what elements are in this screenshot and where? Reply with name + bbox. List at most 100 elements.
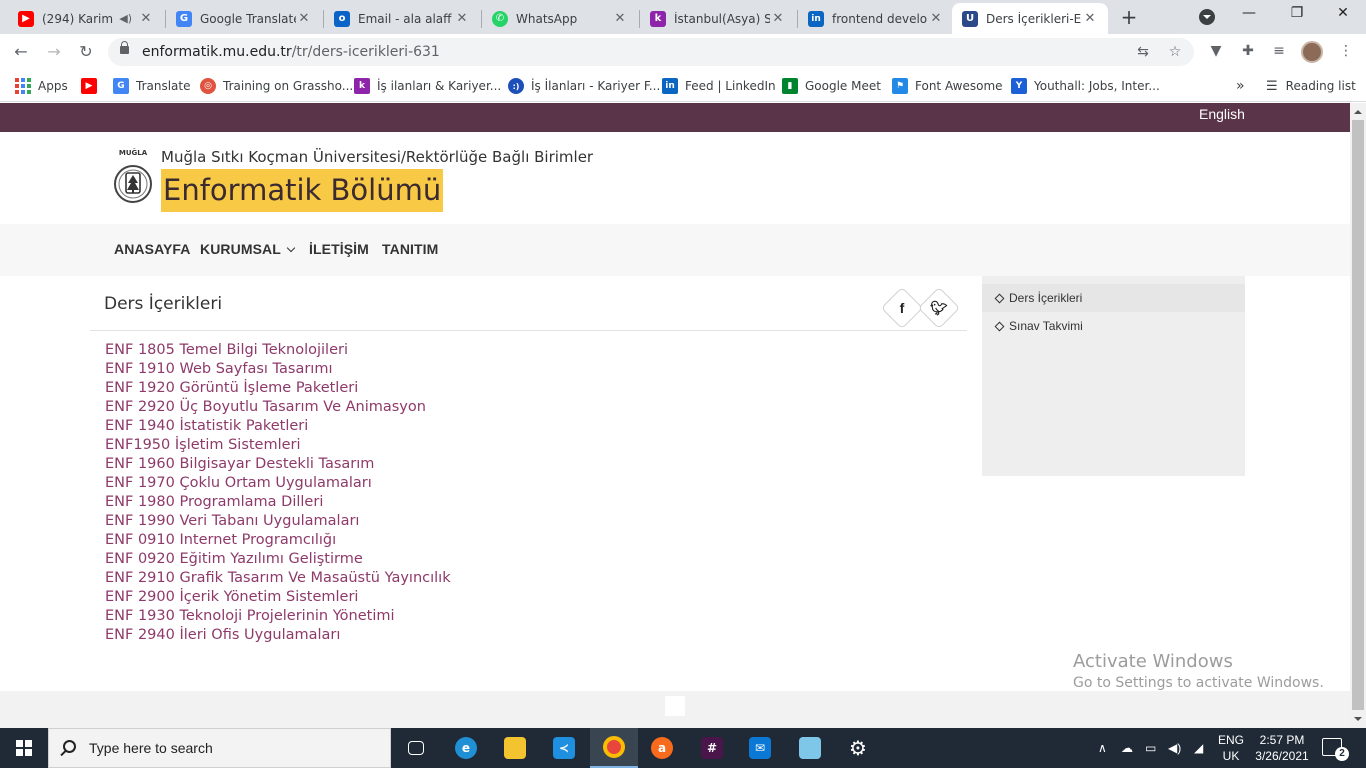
bookmark-font-awesome[interactable]: ⚑ Font Awesome xyxy=(892,77,1003,95)
taskbar-settings[interactable]: ⚙ xyxy=(834,728,882,768)
nav-intro[interactable]: TANITIM xyxy=(382,241,438,257)
address-bar[interactable]: enformatik.mu.edu.tr/tr/ders-icerikleri-… xyxy=(108,38,1194,66)
course-link[interactable]: ENF 1940 İstatistik Paketleri xyxy=(105,417,451,436)
course-link[interactable]: ENF 2910 Grafik Tasarım Ve Masaüstü Yayı… xyxy=(105,569,451,588)
site-title[interactable]: Enformatik Bölümü xyxy=(161,169,444,212)
volume-icon[interactable]: ◀) xyxy=(1168,728,1181,768)
battery-icon[interactable]: ▭ xyxy=(1145,728,1156,768)
course-link[interactable]: ENF 1980 Programlama Dilleri xyxy=(105,493,451,512)
media-control-icon[interactable]: ≡ xyxy=(1270,42,1288,60)
back-icon[interactable]: ← xyxy=(10,41,32,63)
close-icon[interactable]: ✕ xyxy=(138,11,154,26)
reload-icon[interactable]: ↻ xyxy=(75,41,97,63)
course-link[interactable]: ENF 1930 Teknoloji Projelerinin Yönetimi xyxy=(105,607,451,626)
taskbar-edge[interactable]: e xyxy=(442,728,490,768)
forward-icon[interactable]: → xyxy=(43,41,65,63)
course-link[interactable]: ENF 1960 Bilgisayar Destekli Tasarım xyxy=(105,455,451,474)
close-icon[interactable]: ✕ xyxy=(296,11,312,26)
tab-search-icon[interactable] xyxy=(1199,9,1215,25)
bookmark-youtube[interactable]: ▶ xyxy=(81,77,104,95)
course-link[interactable]: ENF 2940 İleri Ofis Uygulamaları xyxy=(105,626,451,645)
taskbar-file-explorer[interactable] xyxy=(491,728,539,768)
course-link[interactable]: ENF 0920 Eğitim Yazılımı Geliştirme xyxy=(105,550,451,569)
university-logo[interactable]: MUĞLA xyxy=(113,147,153,211)
course-link[interactable]: ENF 1990 Veri Tabanı Uygulamaları xyxy=(105,512,451,531)
course-link[interactable]: ENF 0910 Internet Programcılığı xyxy=(105,531,451,550)
network-icon[interactable]: ◢ xyxy=(1194,728,1203,768)
page-scrollbar[interactable] xyxy=(1350,103,1366,728)
scroll-down-icon[interactable] xyxy=(1354,717,1362,725)
lock-icon[interactable] xyxy=(120,41,129,54)
more-bookmarks-button[interactable]: » xyxy=(1236,77,1245,95)
taskbar-mail[interactable]: ✉ xyxy=(736,728,784,768)
course-link[interactable]: ENF 1805 Temel Bilgi Teknolojileri xyxy=(105,341,451,360)
system-clock[interactable]: 2:57 PM 3/26/2021 xyxy=(1252,732,1312,764)
bookmark-apps[interactable]: Apps xyxy=(15,77,68,95)
course-link[interactable]: ENF 1970 Çoklu Ortam Uygulamaları xyxy=(105,474,451,493)
taskbar-search-box[interactable]: Type here to search xyxy=(48,728,391,768)
task-view-button[interactable] xyxy=(392,728,440,768)
minimize-icon[interactable]: — xyxy=(1229,5,1269,21)
chrome-menu-icon[interactable]: ⋮ xyxy=(1337,42,1355,60)
restore-icon[interactable]: ❐ xyxy=(1277,5,1317,21)
windows-start-icon[interactable] xyxy=(16,740,32,756)
close-icon[interactable]: ✕ xyxy=(928,11,944,26)
tab-whatsapp[interactable]: ✆ WhatsApp ✕ xyxy=(482,3,638,34)
course-link[interactable]: ENF 2920 Üç Boyutlu Tasarım Ve Animasyon xyxy=(105,398,451,417)
facebook-share-button[interactable]: f xyxy=(880,286,924,330)
tab-title: frontend develop xyxy=(832,11,928,26)
bookmark-translate[interactable]: G Translate xyxy=(113,77,191,95)
translate-page-icon[interactable]: ⇆ xyxy=(1134,43,1152,61)
tab-kariyer[interactable]: k İstanbul(Asya) Sta ✕ xyxy=(640,3,796,34)
browser-toolbar: ← → ↻ enformatik.mu.edu.tr/tr/ders-iceri… xyxy=(0,34,1366,70)
tab-ders-icerikleri[interactable]: U Ders İçerikleri-Enf ✕ xyxy=(952,3,1108,34)
url-text[interactable]: enformatik.mu.edu.tr/tr/ders-icerikleri-… xyxy=(142,44,440,60)
new-tab-button[interactable]: + xyxy=(1118,6,1140,28)
course-link[interactable]: ENF 1920 Görüntü İşleme Paketleri xyxy=(105,379,451,398)
extensions-puzzle-icon[interactable]: ✚ xyxy=(1239,42,1257,60)
course-link[interactable]: ENF 1910 Web Sayfası Tasarımı xyxy=(105,360,451,379)
scrollbar-thumb[interactable] xyxy=(1352,120,1364,710)
tab-email[interactable]: o Email - ala alaff - ✕ xyxy=(324,3,480,34)
bookmark-linkedin[interactable]: in Feed | LinkedIn xyxy=(662,77,776,95)
nav-corporate[interactable]: KURUMSAL xyxy=(200,241,296,257)
close-icon[interactable]: ✕ xyxy=(1082,11,1098,26)
twitter-share-button[interactable]: 🐦︎ xyxy=(917,286,961,330)
bookmark-google-meet[interactable]: ▮ Google Meet xyxy=(782,77,881,95)
bookmark-grasshopper[interactable]: ◎ Training on Grassho... xyxy=(200,77,353,95)
vpn-extension-icon[interactable]: ▼ xyxy=(1207,42,1225,60)
window-close-icon[interactable]: ✕ xyxy=(1323,5,1363,21)
profile-avatar[interactable] xyxy=(1301,41,1323,63)
nav-contact[interactable]: İLETİŞİM xyxy=(309,241,369,257)
course-link[interactable]: ENF 2900 İçerik Yönetim Sistemleri xyxy=(105,588,451,607)
taskbar-avast[interactable]: a xyxy=(638,728,686,768)
tab-google-translate[interactable]: G Google Translate ✕ xyxy=(166,3,322,34)
bookmark-star-icon[interactable]: ☆ xyxy=(1166,43,1184,61)
scroll-top-button[interactable] xyxy=(665,696,685,716)
course-link[interactable]: ENF1950 İşletim Sistemleri xyxy=(105,436,451,455)
taskbar-chrome[interactable] xyxy=(590,728,638,768)
tray-expand-icon[interactable]: ∧ xyxy=(1098,728,1107,768)
close-icon[interactable]: ✕ xyxy=(454,11,470,26)
close-icon[interactable]: ✕ xyxy=(612,11,628,26)
bookmark-kariyer[interactable]: k İş ilanları & Kariyer... xyxy=(354,77,501,95)
speaker-icon[interactable]: ◀) xyxy=(119,12,132,25)
close-icon[interactable]: ✕ xyxy=(770,11,786,26)
scroll-up-icon[interactable] xyxy=(1354,106,1362,114)
notification-center-icon[interactable]: 2 xyxy=(1322,738,1349,761)
bookmark-kariyer-f[interactable]: :) İş İlanları - Kariyer F... xyxy=(508,77,660,95)
sidebar-item-ders-icerikleri[interactable]: Ders İçerikleri xyxy=(982,284,1245,312)
taskbar-slack[interactable]: # xyxy=(688,728,736,768)
input-language[interactable]: ENG UK xyxy=(1216,732,1246,764)
tab-youtube[interactable]: ▶ (294) Karim M ◀) ✕ xyxy=(8,3,164,34)
linkedin-icon: in xyxy=(808,10,824,27)
nav-home[interactable]: ANASAYFA xyxy=(114,241,191,257)
onedrive-icon[interactable]: ☁ xyxy=(1121,728,1133,768)
taskbar-vscode[interactable]: ≺ xyxy=(540,728,588,768)
reading-list-button[interactable]: ☰ Reading list xyxy=(1266,77,1356,95)
language-link[interactable]: English xyxy=(1199,106,1245,122)
sidebar-item-sinav-takvimi[interactable]: Sınav Takvimi xyxy=(982,312,1245,340)
taskbar-notes[interactable] xyxy=(786,728,834,768)
tab-linkedin[interactable]: in frontend develop ✕ xyxy=(798,3,954,34)
bookmark-youthall[interactable]: Y Youthall: Jobs, Inter... xyxy=(1011,77,1160,95)
